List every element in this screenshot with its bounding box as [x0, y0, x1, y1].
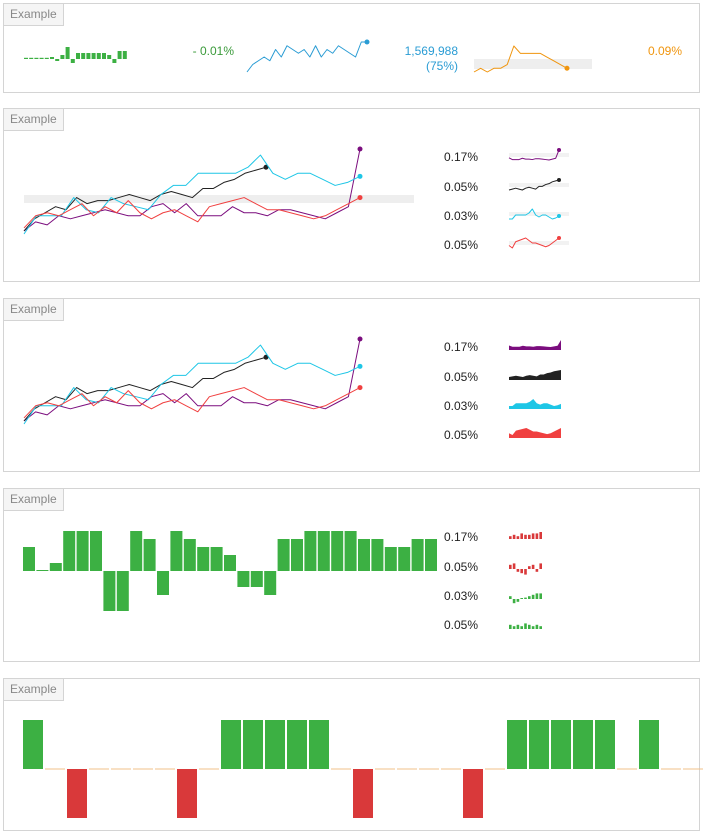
- neutral-bar: [441, 768, 461, 770]
- legend-bar: [535, 569, 539, 572]
- legend-bar: [535, 624, 539, 629]
- legend-bar: [528, 624, 531, 629]
- loss-bar: [67, 769, 87, 818]
- legend-bar: [539, 532, 542, 539]
- legend-bar: [535, 593, 539, 599]
- legend-area-sparkline: [509, 340, 561, 350]
- neutral-bar: [45, 768, 65, 770]
- win-bar: [639, 720, 659, 769]
- loss-bar: [463, 769, 483, 818]
- legend-bar: [509, 596, 512, 599]
- legend-area-sparkline: [509, 370, 561, 380]
- legend-bar: [509, 564, 512, 569]
- legend-end-dot: [557, 214, 561, 218]
- legend-bar: [512, 626, 516, 629]
- neutral-bar: [89, 768, 109, 770]
- legend-bar: [509, 536, 512, 539]
- legend-bar: [535, 533, 539, 539]
- win-bar: [309, 720, 329, 769]
- normal-range-band: [474, 59, 592, 69]
- legend-bar: [539, 593, 542, 599]
- loss-bar: [353, 769, 373, 818]
- panel-win-loss-chart: Example: [3, 678, 703, 831]
- legend-bar: [531, 626, 535, 629]
- legend-bar: [524, 623, 527, 629]
- panel-multi-line-area: Example 0.17% 0.05% 0.03% 0.05%: [3, 298, 700, 472]
- legend-bar: [539, 563, 542, 569]
- win-bar: [243, 720, 263, 769]
- win-bar: [265, 720, 285, 769]
- neutral-bar: [155, 768, 175, 770]
- line-sparkline-orange: [473, 45, 592, 73]
- legend-bar: [516, 536, 520, 539]
- win-bar: [573, 720, 593, 769]
- win-bar: [551, 720, 571, 769]
- legend-bar: [531, 594, 535, 599]
- legend-bar: [528, 534, 531, 539]
- legend-bar: [512, 534, 516, 539]
- neutral-bar: [617, 768, 637, 770]
- legend-bar: [509, 624, 512, 629]
- legend-bar: [520, 533, 523, 539]
- loss-bar: [177, 769, 197, 818]
- legend-bar: [512, 563, 516, 569]
- sparkline-value-orange: 0.09%: [647, 44, 682, 58]
- legend-bar: [516, 599, 520, 602]
- legend-sparklines: [508, 148, 569, 249]
- win-bar: [529, 720, 549, 769]
- legend-end-dot: [557, 148, 561, 152]
- neutral-bar: [683, 768, 703, 770]
- legend-bar: [524, 569, 527, 575]
- legend-area-sparkline: [509, 428, 561, 438]
- legend-bar: [531, 564, 535, 569]
- win-bar: [23, 720, 43, 769]
- neutral-bar: [199, 768, 219, 770]
- legend-bar: [516, 624, 520, 629]
- neutral-bar: [661, 768, 681, 770]
- legend-bar: [528, 596, 531, 599]
- neutral-bar: [331, 768, 351, 770]
- legend-area-sparkline: [509, 399, 561, 409]
- win-bar: [595, 720, 615, 769]
- legend-bar: [539, 626, 542, 629]
- legend-bar: [516, 569, 520, 572]
- legend-bar-sparklines: [509, 532, 542, 629]
- legend-bar: [512, 599, 516, 604]
- legend-bar: [528, 566, 531, 569]
- neutral-bar: [397, 768, 417, 770]
- panel-multi-line: Example 0.17% 0.05% 0.03% 0.05%: [3, 108, 700, 282]
- panel-sparklines-row: Example - 0.01% 1,569,988 (75%) 0.09%: [3, 3, 700, 93]
- neutral-bar: [485, 768, 505, 770]
- legend-bar: [520, 569, 523, 574]
- legend-area-sparklines: [509, 340, 561, 438]
- win-bar: [221, 720, 241, 769]
- legend-end-dot: [557, 236, 561, 240]
- panel-bar-chart: Example 0.17% 0.05% 0.03% 0.05%: [3, 488, 700, 662]
- legend-bar: [524, 534, 527, 539]
- win-bar: [507, 720, 527, 769]
- legend-bar: [531, 533, 535, 539]
- legend-range-band: [509, 153, 569, 157]
- neutral-bar: [419, 768, 439, 770]
- legend-bar: [520, 598, 523, 599]
- sparkline-end-dot: [564, 65, 570, 71]
- neutral-bar: [133, 768, 153, 770]
- legend-bar: [520, 626, 523, 629]
- neutral-bar: [111, 768, 131, 770]
- win-loss-chart: [23, 720, 703, 818]
- legend-bar: [524, 597, 527, 599]
- win-bar: [287, 720, 307, 769]
- neutral-bar: [375, 768, 395, 770]
- legend-end-dot: [557, 178, 561, 182]
